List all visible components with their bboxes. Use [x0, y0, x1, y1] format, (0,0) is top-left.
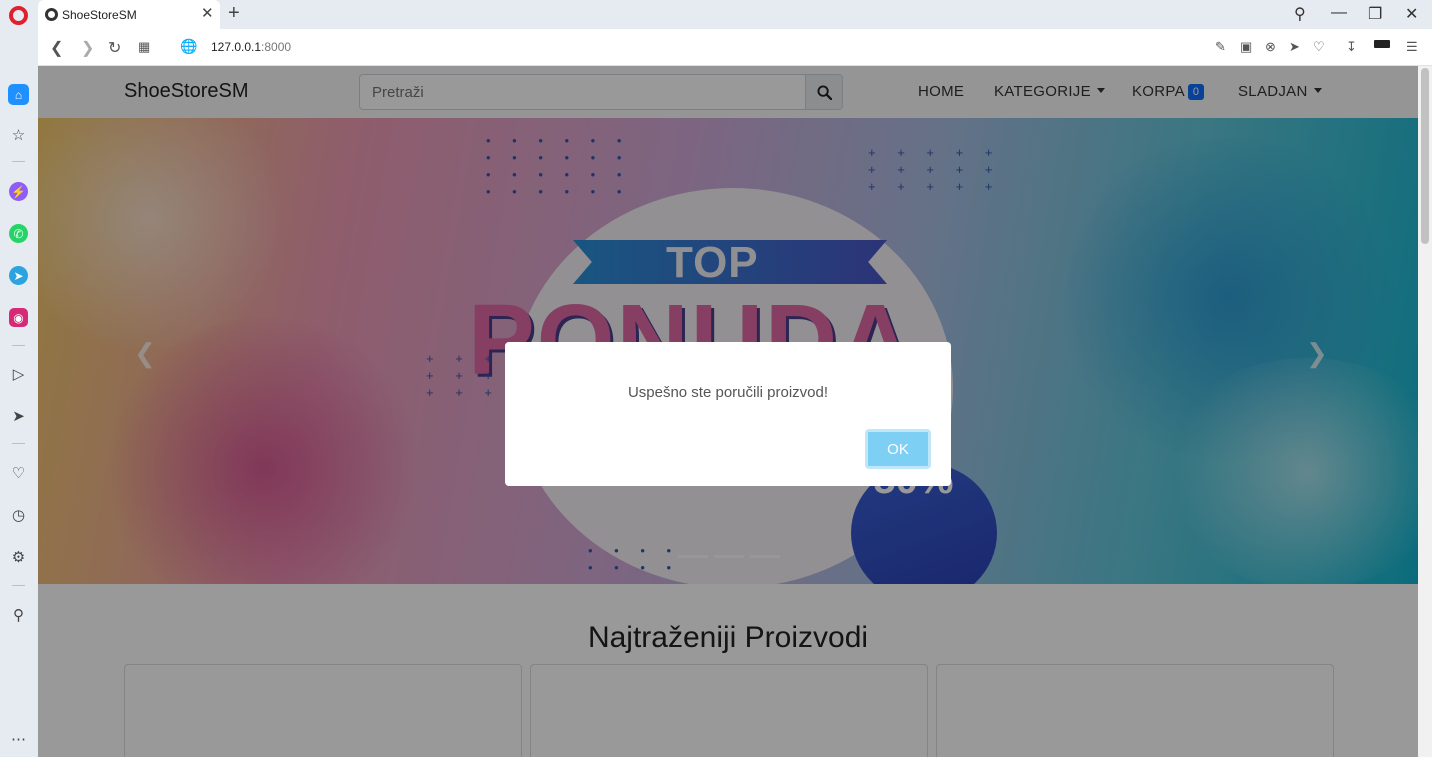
edit-icon[interactable]: ✎ — [1215, 39, 1226, 55]
url-host: 127.0.0.1 — [211, 40, 262, 54]
browser-sidebar: ⌂ ☆ ⚡ ✆ ➤ ◉ ▷ ➤ ♡ ◷ ⚙ ⚲ ⋯ — [0, 29, 38, 757]
globe-icon: 🌐 — [180, 38, 198, 54]
address-bar: ❮ ❯ ↻ ▦ 🌐 127.0.0.1:8000 ✎ ▣ ⊗ ➤ ♡ ↧ ☰ — [38, 29, 1432, 66]
easy-setup-icon[interactable]: ☰ — [1406, 39, 1418, 55]
browser-tab-bar: ShoeStoreSM ✕ + ⚲ — ❐ ✕ — [0, 0, 1432, 29]
sidebar-divider — [12, 443, 25, 444]
restore-icon[interactable]: ❐ — [1368, 4, 1382, 24]
ok-button[interactable]: OK — [865, 429, 931, 469]
send-icon[interactable]: ➤ — [1289, 39, 1300, 55]
whatsapp-icon[interactable]: ✆ — [9, 224, 28, 243]
download-icon[interactable]: ↧ — [1346, 39, 1357, 55]
reload-icon[interactable]: ↻ — [108, 38, 121, 58]
search-tabs-icon[interactable]: ⚲ — [1294, 4, 1306, 24]
telegram-icon[interactable]: ➤ — [9, 266, 28, 285]
settings-icon[interactable]: ⚙ — [9, 547, 28, 566]
battery-icon[interactable] — [1374, 40, 1390, 48]
opera-logo-icon[interactable] — [9, 6, 28, 25]
speed-dial-icon[interactable]: ▦ — [138, 39, 150, 55]
camera-icon[interactable]: ▣ — [1240, 39, 1252, 55]
instagram-icon[interactable]: ◉ — [9, 308, 28, 327]
star-icon[interactable]: ☆ — [9, 125, 28, 144]
messenger-icon[interactable]: ⚡ — [9, 182, 28, 201]
forward-icon[interactable]: ❯ — [81, 38, 94, 58]
heart-icon[interactable]: ♡ — [1313, 39, 1325, 55]
heart-icon[interactable]: ♡ — [9, 463, 28, 482]
sidebar-divider — [12, 585, 25, 586]
close-tab-icon[interactable]: ✕ — [201, 6, 214, 21]
lightbulb-icon[interactable]: ⚲ — [9, 605, 28, 624]
back-icon[interactable]: ❮ — [50, 38, 63, 58]
player-icon[interactable]: ▷ — [9, 364, 28, 383]
url-field[interactable]: 127.0.0.1:8000 — [211, 40, 291, 54]
success-dialog: Uspešno ste poručili proizvod! OK — [505, 342, 951, 486]
home-icon[interactable]: ⌂ — [8, 84, 29, 105]
sidebar-divider — [12, 345, 25, 346]
scrollbar-thumb[interactable] — [1421, 68, 1429, 244]
web-page: ShoeStoreSM HOME KATEGORIJE KORPA0 SLADJ… — [38, 66, 1418, 757]
close-window-icon[interactable]: ✕ — [1405, 4, 1418, 24]
globe-favicon-icon — [45, 8, 58, 21]
adblock-icon[interactable]: ⊗ — [1265, 39, 1276, 55]
tab-title: ShoeStoreSM — [62, 8, 137, 22]
history-icon[interactable]: ◷ — [9, 505, 28, 524]
browser-tab[interactable]: ShoeStoreSM ✕ — [38, 0, 220, 29]
sidebar-divider — [12, 161, 25, 162]
send-icon[interactable]: ➤ — [9, 406, 28, 425]
dialog-message: Uspešno ste poručili proizvod! — [627, 384, 829, 401]
page-scrollbar[interactable] — [1418, 66, 1432, 757]
minimize-icon[interactable]: — — [1331, 4, 1347, 22]
more-icon[interactable]: ⋯ — [9, 729, 28, 748]
url-port: :8000 — [261, 40, 292, 54]
new-tab-icon[interactable]: + — [228, 2, 240, 25]
